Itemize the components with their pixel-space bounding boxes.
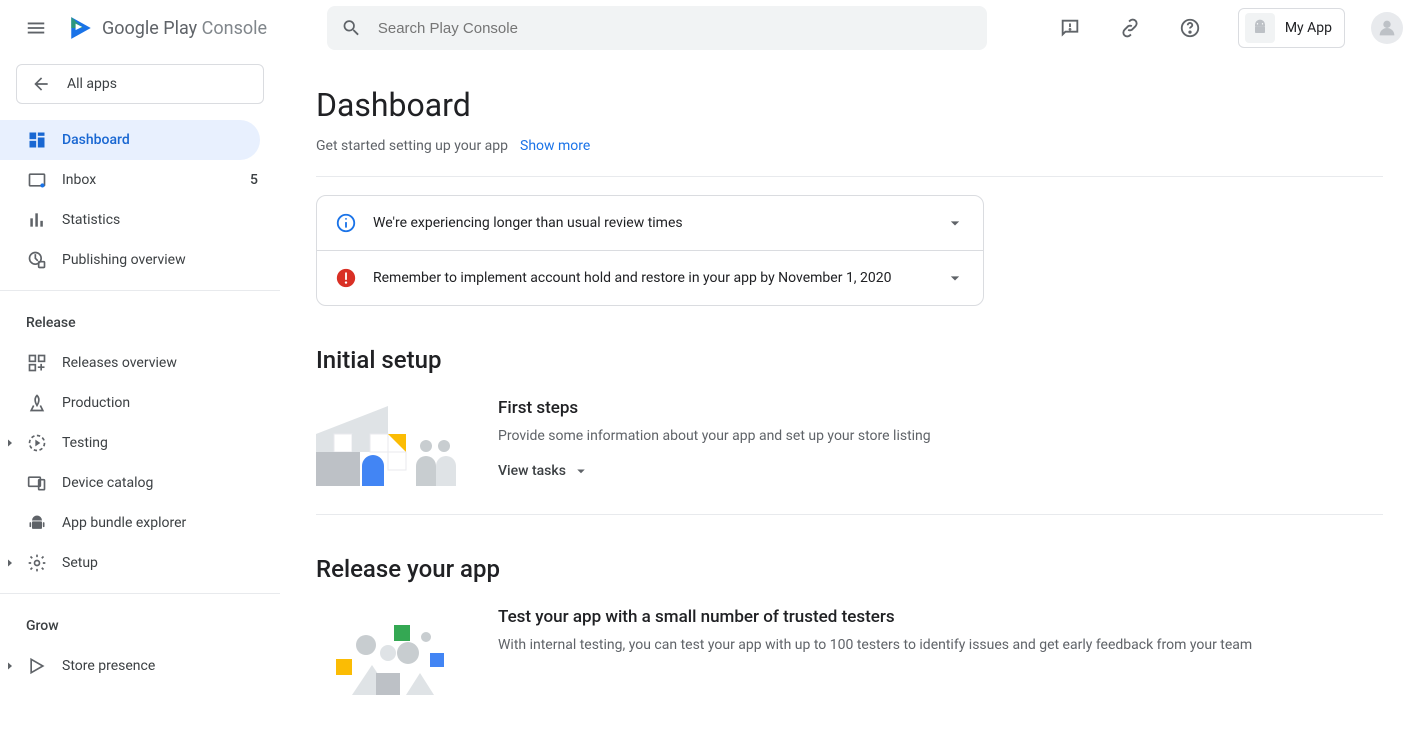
sidebar-item-label: Releases overview	[62, 355, 177, 371]
sidebar-item-app-bundle-explorer[interactable]: App bundle explorer	[0, 503, 280, 543]
illustration-release	[316, 603, 470, 695]
page-subtitle: Get started setting up your app	[316, 138, 508, 154]
testing-icon	[26, 433, 48, 453]
alert-text: Remember to implement account hold and r…	[373, 270, 892, 286]
search-icon	[341, 17, 362, 39]
logo-play-text: Google Play	[102, 18, 197, 39]
account-avatar[interactable]	[1371, 12, 1403, 44]
play-icon	[68, 15, 94, 41]
all-apps-label: All apps	[67, 76, 117, 92]
sidebar-item-label: Inbox	[62, 172, 96, 188]
sidebar-item-statistics[interactable]: Statistics	[0, 200, 280, 240]
main-content: Dashboard Get started setting up your ap…	[280, 56, 1419, 747]
help-button[interactable]	[1170, 8, 1210, 48]
header: Google Play Console My App	[0, 0, 1419, 56]
person-icon	[1376, 17, 1398, 39]
feedback-button[interactable]	[1050, 8, 1090, 48]
error-icon	[335, 267, 357, 289]
view-tasks-button[interactable]: View tasks	[498, 462, 931, 480]
feedback-icon	[1059, 17, 1081, 39]
alert-item[interactable]: Remember to implement account hold and r…	[317, 250, 983, 305]
releases-overview-icon	[26, 353, 48, 373]
sidebar-item-label: Device catalog	[62, 475, 153, 491]
menu-button[interactable]	[16, 8, 56, 48]
sidebar-item-label: Production	[62, 395, 130, 411]
production-icon	[26, 393, 48, 413]
sidebar-section-grow: Grow	[0, 604, 280, 646]
header-actions: My App	[1050, 8, 1403, 48]
sidebar-item-production[interactable]: Production	[0, 383, 280, 423]
sidebar-item-label: Testing	[62, 435, 108, 451]
illustration-initial-setup	[316, 394, 470, 486]
sidebar-item-store-presence[interactable]: Store presence	[0, 646, 280, 686]
sidebar-item-label: Publishing overview	[62, 252, 186, 268]
sidebar-item-inbox[interactable]: Inbox 5	[0, 160, 280, 200]
link-button[interactable]	[1110, 8, 1150, 48]
sidebar-item-testing[interactable]: Testing	[0, 423, 280, 463]
inbox-badge: 5	[250, 172, 268, 188]
search-input[interactable]	[376, 19, 973, 38]
menu-icon	[25, 17, 47, 39]
device-catalog-icon	[26, 473, 48, 493]
android-icon	[1245, 13, 1275, 43]
section-initial-setup: Initial setup	[316, 346, 1383, 374]
sidebar-item-publishing-overview[interactable]: Publishing overview	[0, 240, 280, 280]
link-icon	[1119, 17, 1141, 39]
sidebar-item-setup[interactable]: Setup	[0, 543, 280, 583]
page-title: Dashboard	[316, 86, 1383, 124]
expand-icon[interactable]	[4, 437, 16, 449]
chevron-down-icon	[572, 462, 590, 480]
alert-text: We're experiencing longer than usual rev…	[373, 215, 683, 231]
card-heading: Test your app with a small number of tru…	[498, 607, 1252, 627]
app-selector[interactable]: My App	[1238, 8, 1345, 48]
help-icon	[1179, 17, 1201, 39]
sidebar-section-release: Release	[0, 301, 280, 343]
sidebar-item-device-catalog[interactable]: Device catalog	[0, 463, 280, 503]
card-heading: First steps	[498, 398, 931, 418]
publishing-icon	[26, 250, 48, 270]
dashboard-icon	[26, 130, 48, 150]
all-apps-button[interactable]: All apps	[16, 64, 264, 104]
inbox-icon	[26, 170, 48, 190]
chevron-down-icon	[945, 268, 965, 288]
sidebar-item-label: Store presence	[62, 658, 155, 674]
alert-item[interactable]: We're experiencing longer than usual rev…	[317, 196, 983, 250]
statistics-icon	[26, 210, 48, 230]
app-bundle-icon	[26, 513, 48, 533]
view-tasks-label: View tasks	[498, 463, 566, 479]
card-body: With internal testing, you can test your…	[498, 637, 1252, 653]
sidebar: All apps Dashboard Inbox 5 Statistics	[0, 56, 280, 747]
sidebar-item-label: Statistics	[62, 212, 120, 228]
show-more-link[interactable]: Show more	[520, 138, 590, 154]
search-box[interactable]	[327, 6, 987, 50]
expand-icon[interactable]	[4, 660, 16, 672]
section-release: Release your app	[316, 555, 1383, 583]
logo-console-text: Console	[202, 18, 267, 39]
app-name: My App	[1285, 20, 1332, 36]
release-card: Test your app with a small number of tru…	[316, 603, 1383, 723]
alert-container: We're experiencing longer than usual rev…	[316, 195, 984, 306]
sidebar-item-label: Setup	[62, 555, 98, 571]
sidebar-item-label: Dashboard	[62, 132, 130, 148]
store-presence-icon	[26, 656, 48, 676]
card-body: Provide some information about your app …	[498, 428, 931, 444]
info-icon	[335, 212, 357, 234]
setup-card: First steps Provide some information abo…	[316, 394, 1383, 514]
sidebar-item-releases-overview[interactable]: Releases overview	[0, 343, 280, 383]
chevron-down-icon	[945, 213, 965, 233]
sidebar-item-label: App bundle explorer	[62, 515, 186, 531]
logo[interactable]: Google Play Console	[68, 15, 267, 41]
arrow-left-icon	[31, 74, 51, 94]
sidebar-item-dashboard[interactable]: Dashboard	[0, 120, 260, 160]
setup-icon	[26, 553, 48, 573]
expand-icon[interactable]	[4, 557, 16, 569]
